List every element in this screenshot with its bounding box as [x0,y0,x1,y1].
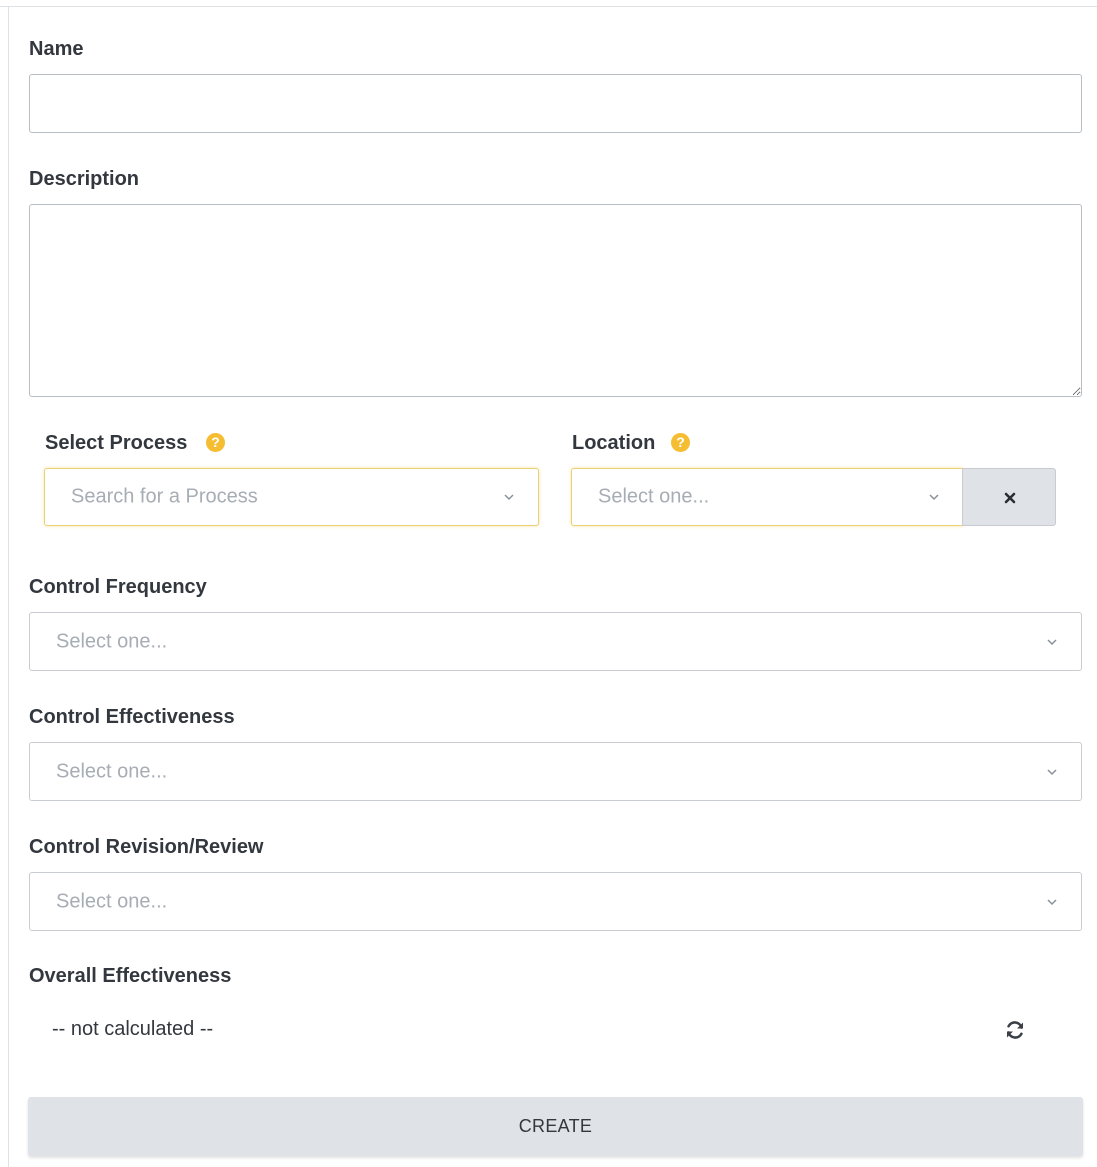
chevron-down-icon [1047,638,1057,645]
panel-top-border [0,6,1097,7]
control-revision-review-label: Control Revision/Review [29,836,264,858]
create-button[interactable]: CREATE [28,1097,1083,1156]
refresh-icon[interactable] [1004,1019,1026,1041]
name-input[interactable] [29,74,1082,133]
location-placeholder: Select one... [598,485,710,508]
location-select[interactable]: Select one... [571,468,963,526]
control-frequency-select[interactable]: Select one... [29,612,1082,671]
control-effectiveness-select[interactable]: Select one... [29,742,1082,801]
process-search-select[interactable]: Search for a Process [44,468,539,526]
select-process-label: Select Process [45,432,188,454]
control-revision-review-select[interactable]: Select one... [29,872,1082,931]
control-effectiveness-label: Control Effectiveness [29,706,235,728]
overall-effectiveness-value: -- not calculated -- [52,1018,214,1040]
chevron-down-icon [1047,768,1057,775]
control-effectiveness-placeholder: Select one... [56,760,168,782]
process-search-placeholder: Search for a Process [71,485,258,508]
control-frequency-label: Control Frequency [29,576,207,598]
overall-effectiveness-label: Overall Effectiveness [29,965,232,987]
name-label: Name [29,38,84,60]
question-circle-icon[interactable]: ? [671,433,690,452]
description-textarea[interactable] [29,204,1082,397]
chevron-down-icon [929,494,939,501]
location-clear-button[interactable] [962,468,1056,526]
chevron-down-icon [1047,898,1057,905]
panel-left-border [8,6,9,1167]
chevron-down-icon [504,494,514,501]
control-revision-review-placeholder: Select one... [56,890,168,912]
location-label: Location [572,432,656,454]
control-frequency-placeholder: Select one... [56,630,168,652]
question-circle-icon[interactable]: ? [206,433,225,452]
close-icon [1004,492,1016,504]
description-label: Description [29,168,140,190]
